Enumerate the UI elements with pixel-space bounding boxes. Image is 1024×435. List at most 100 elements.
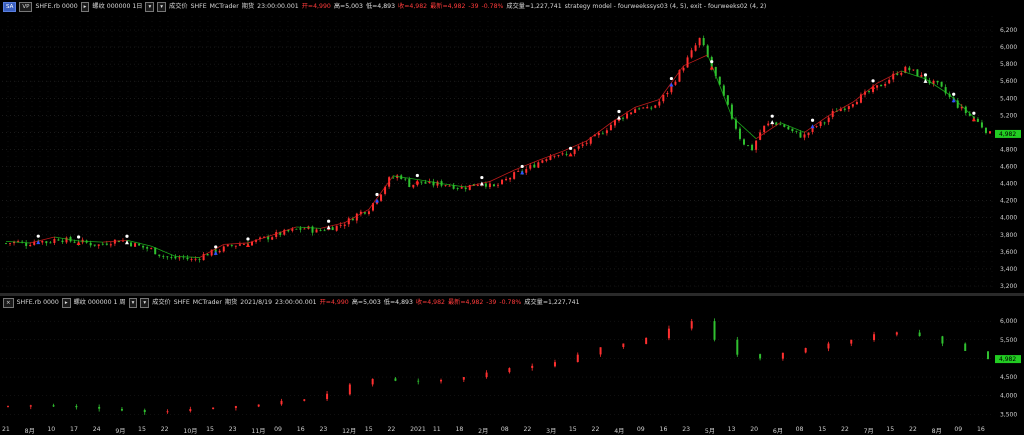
candle-body: [549, 156, 552, 160]
price-tick-label: 3,400: [1000, 266, 1017, 273]
price-tick-label: 4,200: [1000, 198, 1017, 205]
candle-body: [9, 243, 12, 244]
candle-body: [130, 242, 133, 247]
candle-body: [323, 230, 326, 232]
candle-body: [650, 107, 653, 109]
menu-icon[interactable]: ▾: [145, 1, 155, 12]
price-tick-label: 3,800: [1000, 232, 1017, 239]
candle-body: [888, 79, 891, 84]
candle-body: [335, 225, 338, 231]
candle-body: [234, 406, 237, 408]
symbol-label[interactable]: SHFE.rb 0000: [17, 296, 59, 309]
signal-dot: [480, 175, 484, 180]
time-tick-label: 22: [908, 426, 917, 433]
sa-button[interactable]: SA: [3, 1, 17, 12]
time-tick-label: 15: [818, 426, 827, 433]
time-tick-label: 3月: [546, 428, 557, 435]
price-tick-label: 3,600: [1000, 249, 1017, 256]
candle-body: [61, 240, 64, 243]
candle-body: [105, 243, 108, 245]
daily-chart-pane[interactable]: SA VP SHFE.rb 0000 ▸ 螺纹 000000 1日 ▾ ▾ 成交…: [0, 0, 1024, 293]
signal-arrow: [709, 65, 714, 70]
signal-arrow: [568, 152, 573, 157]
candle-body: [912, 69, 915, 71]
candle-body: [823, 122, 826, 124]
vp-button[interactable]: VP: [19, 1, 33, 12]
close-icon[interactable]: ×: [3, 297, 14, 308]
signal-dot: [871, 79, 875, 83]
candle-body: [601, 133, 604, 135]
candle-body: [186, 257, 189, 260]
menu-icon[interactable]: ▾: [128, 297, 138, 308]
signal-dot: [568, 146, 573, 150]
candle-body: [412, 184, 415, 188]
candle-body: [142, 245, 145, 248]
candle-body: [630, 112, 633, 115]
change-pct: -0.78%: [499, 299, 522, 306]
time-tick-label: 22: [591, 426, 600, 433]
candle-body: [843, 108, 846, 110]
time-tick-label: 6月: [772, 428, 784, 435]
open-value: 开=4,990: [319, 299, 349, 306]
candle-body: [804, 347, 807, 353]
candle-body: [941, 336, 944, 344]
dropdown-icon[interactable]: ▾: [157, 1, 167, 12]
time-tick-label: 7月: [863, 428, 874, 435]
last-value: 最新=4,982: [430, 3, 466, 10]
time-tick-label: 15: [138, 426, 146, 433]
price-tick-label: 4,400: [1000, 181, 1017, 188]
candle-body: [895, 332, 898, 335]
candle-body: [456, 188, 459, 189]
candle-body: [120, 408, 123, 411]
weekly-chart-pane[interactable]: × SHFE.rb 0000 ▸ 螺纹 000000 1 周 ▾ ▾ 成交价 S…: [0, 296, 1024, 422]
candle-body: [884, 84, 887, 86]
volume-value: 成交量=1,227,741: [524, 299, 580, 306]
strategy-markers: [36, 60, 976, 255]
candle-body: [194, 258, 197, 260]
candle-body: [238, 244, 241, 246]
daily-candlestick-chart[interactable]: 6,2006,0005,8005,6005,4005,2005,0004,800…: [0, 0, 1024, 293]
candle-body: [557, 155, 560, 156]
candle-body: [178, 257, 181, 259]
signal-arrow: [245, 242, 250, 247]
candle-body: [517, 171, 520, 172]
dropdown-icon[interactable]: ▾: [140, 297, 150, 308]
candle-body: [497, 184, 499, 186]
candle-body: [488, 183, 491, 188]
candle-body: [162, 256, 165, 257]
candle-body: [138, 243, 141, 246]
time-tick-label: 11月: [251, 428, 266, 435]
arrow-icon[interactable]: ▸: [80, 1, 90, 12]
time-tick-label: 15: [568, 426, 577, 433]
volume-value: 成交量=1,227,741: [506, 3, 562, 10]
arrow-icon[interactable]: ▸: [61, 297, 71, 308]
signal-dot: [125, 234, 129, 238]
time-axis[interactable]: 21 8月 10 17 24 9月 15 22 10月 15 23 11月 09 16 23 12月 15 22 2…: [0, 423, 1024, 435]
candle-body: [143, 410, 146, 413]
candle-body: [371, 378, 374, 385]
candle-body: [779, 124, 782, 126]
last-price-label: 4,982: [999, 356, 1016, 363]
time-tick-label: 08: [795, 426, 804, 433]
candle-body: [134, 243, 137, 247]
candle-body: [609, 124, 612, 131]
field-type: 期货: [224, 299, 238, 306]
candle-body: [25, 242, 28, 246]
time-tick-label: 10: [47, 426, 56, 433]
candle-body: [166, 256, 169, 258]
candle-body: [827, 343, 830, 349]
candle-body: [622, 343, 625, 347]
symbol-label[interactable]: SHFE.rb 0000: [35, 0, 77, 13]
candle-body: [230, 245, 233, 246]
timestamp: 23:00:00.001: [257, 3, 299, 10]
candle-body: [851, 104, 854, 107]
signal-arrow: [770, 120, 775, 125]
candle-body: [987, 351, 989, 360]
price-tick-label: 5,500: [1000, 337, 1017, 344]
low-value: 低=4,893: [383, 299, 413, 306]
trend-lines: [5, 54, 975, 258]
weekly-candlestick-chart[interactable]: 6,0005,5005,0004,5004,0003,5004,982: [0, 296, 1024, 422]
candle-body: [666, 92, 669, 95]
candle-body: [529, 165, 532, 169]
time-tick-label: 16: [296, 426, 305, 433]
